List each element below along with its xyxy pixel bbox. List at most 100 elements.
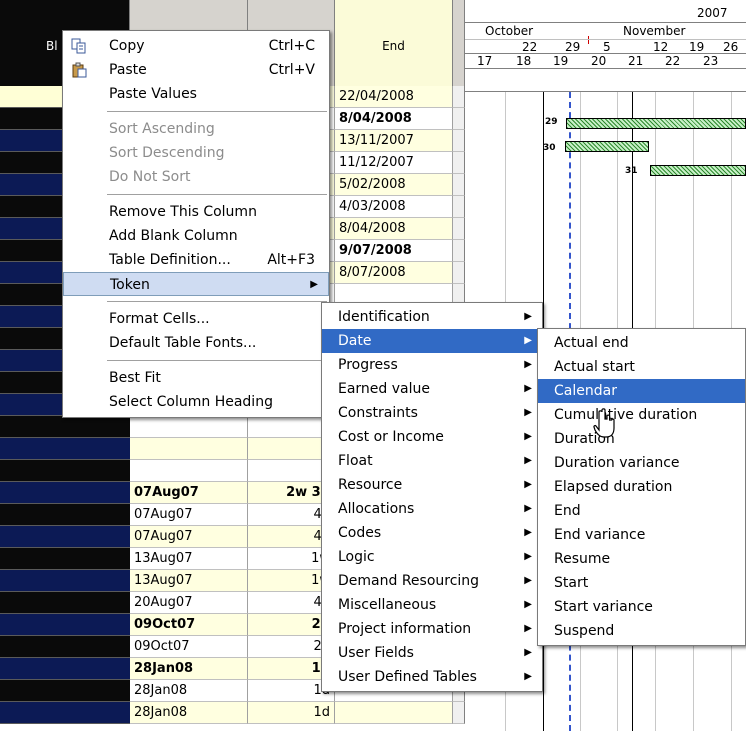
cell-duration[interactable]: 1d: [248, 702, 335, 724]
row-header[interactable]: [0, 438, 130, 460]
menu-item-date[interactable]: Date ▶: [322, 329, 542, 353]
gantt-bar[interactable]: [566, 118, 746, 129]
menu-item-resume[interactable]: Resume: [538, 547, 745, 571]
cell-start[interactable]: 28Jan08: [130, 702, 248, 724]
cell-end[interactable]: [335, 702, 453, 724]
menu-item-paste-values[interactable]: Paste Values: [63, 82, 329, 106]
cell-narrow[interactable]: [453, 86, 465, 108]
timescale-month-october: October: [485, 24, 534, 38]
row-header[interactable]: [0, 658, 130, 680]
row-header[interactable]: [0, 702, 130, 724]
gantt-bar[interactable]: [565, 141, 649, 152]
submenu-arrow-icon: ▶: [524, 311, 532, 322]
row-header[interactable]: [0, 680, 130, 702]
cell-end[interactable]: 9/07/2008: [335, 240, 453, 262]
menu-item-logic[interactable]: Logic ▶: [322, 545, 542, 569]
cell-narrow[interactable]: [453, 702, 465, 724]
row-header[interactable]: [0, 526, 130, 548]
menu-item-format-cells[interactable]: Format Cells...: [63, 307, 329, 331]
menu-item-end-variance[interactable]: End variance: [538, 523, 745, 547]
cell-narrow[interactable]: [453, 130, 465, 152]
menu-item-miscellaneous[interactable]: Miscellaneous ▶: [322, 593, 542, 617]
column-header-end[interactable]: End: [335, 0, 453, 92]
menu-item-copy[interactable]: Copy Ctrl+C: [63, 34, 329, 58]
column-header-narrow[interactable]: [453, 0, 465, 92]
cell-start[interactable]: 28Jan08: [130, 680, 248, 702]
cell-start[interactable]: 07Aug07: [130, 526, 248, 548]
menu-item-sort-descending[interactable]: Sort Descending: [63, 141, 329, 165]
menu-item-best-fit[interactable]: Best Fit: [63, 366, 329, 390]
menu-item-identification[interactable]: Identification ▶: [322, 305, 542, 329]
menu-item-start-variance[interactable]: Start variance: [538, 595, 745, 619]
menu-item-float[interactable]: Float ▶: [322, 449, 542, 473]
cell-narrow[interactable]: [453, 262, 465, 284]
menu-item-calendar[interactable]: Calendar: [538, 379, 745, 403]
menu-item-elapsed-duration[interactable]: Elapsed duration: [538, 475, 745, 499]
menu-item-add-blank-column[interactable]: Add Blank Column: [63, 224, 329, 248]
cell-narrow[interactable]: [453, 152, 465, 174]
menu-item-select-column-heading[interactable]: Select Column Heading: [63, 390, 329, 414]
cell-start[interactable]: 09Oct07: [130, 636, 248, 658]
menu-item-cost-or-income[interactable]: Cost or Income ▶: [322, 425, 542, 449]
menu-item-progress[interactable]: Progress ▶: [322, 353, 542, 377]
cell-start[interactable]: 13Aug07: [130, 570, 248, 592]
menu-item-remove-this-column[interactable]: Remove This Column: [63, 200, 329, 224]
menu-item-table-definition[interactable]: Table Definition... Alt+F3: [63, 248, 329, 272]
row-header[interactable]: [0, 504, 130, 526]
cell-narrow[interactable]: [453, 218, 465, 240]
row-header[interactable]: [0, 636, 130, 658]
cell-narrow[interactable]: [453, 196, 465, 218]
cell-start[interactable]: 20Aug07: [130, 592, 248, 614]
menu-item-actual-end[interactable]: Actual end: [538, 331, 745, 355]
row-header[interactable]: [0, 570, 130, 592]
gantt-bar[interactable]: [650, 165, 746, 176]
menu-item-cumulative-duration[interactable]: Cumulative duration: [538, 403, 745, 427]
cell-end[interactable]: 4/03/2008: [335, 196, 453, 218]
menu-item-paste[interactable]: Paste Ctrl+V: [63, 58, 329, 82]
menu-separator: [107, 360, 327, 361]
menu-item-constraints[interactable]: Constraints ▶: [322, 401, 542, 425]
cell-start[interactable]: 07Aug07: [130, 482, 248, 504]
row-header[interactable]: [0, 614, 130, 636]
menu-item-sort-ascending[interactable]: Sort Ascending: [63, 117, 329, 141]
cell-end[interactable]: 5/02/2008: [335, 174, 453, 196]
cell-end[interactable]: 22/04/2008: [335, 86, 453, 108]
menu-item-project-information[interactable]: Project information ▶: [322, 617, 542, 641]
menu-item-duration-variance[interactable]: Duration variance: [538, 451, 745, 475]
cell-start[interactable]: [130, 438, 248, 460]
cell-start[interactable]: 09Oct07: [130, 614, 248, 636]
cell-start[interactable]: 07Aug07: [130, 504, 248, 526]
cell-narrow[interactable]: [453, 174, 465, 196]
menu-item-start[interactable]: Start: [538, 571, 745, 595]
row-header[interactable]: [0, 416, 130, 438]
menu-item-suspend[interactable]: Suspend: [538, 619, 745, 643]
menu-item-end[interactable]: End: [538, 499, 745, 523]
row-header[interactable]: [0, 548, 130, 570]
cell-end[interactable]: 8/04/2008: [335, 108, 453, 130]
cell-narrow[interactable]: [453, 108, 465, 130]
cell-end[interactable]: 13/11/2007: [335, 130, 453, 152]
cell-end[interactable]: 8/07/2008: [335, 262, 453, 284]
cell-narrow[interactable]: [453, 240, 465, 262]
cell-start[interactable]: 13Aug07: [130, 548, 248, 570]
row-header[interactable]: [0, 460, 130, 482]
menu-item-do-not-sort[interactable]: Do Not Sort: [63, 165, 329, 189]
menu-item-resource[interactable]: Resource ▶: [322, 473, 542, 497]
menu-item-earned-value[interactable]: Earned value ▶: [322, 377, 542, 401]
cell-start[interactable]: [130, 460, 248, 482]
menu-item-duration[interactable]: Duration: [538, 427, 745, 451]
menu-item-demand-resourcing[interactable]: Demand Resourcing ▶: [322, 569, 542, 593]
menu-item-codes[interactable]: Codes ▶: [322, 521, 542, 545]
cell-end[interactable]: 11/12/2007: [335, 152, 453, 174]
cell-start[interactable]: [130, 416, 248, 438]
cell-start[interactable]: 28Jan08: [130, 658, 248, 680]
menu-item-token[interactable]: Token ▶: [63, 272, 329, 296]
row-header[interactable]: [0, 592, 130, 614]
menu-item-actual-start[interactable]: Actual start: [538, 355, 745, 379]
menu-item-user-defined-tables[interactable]: User Defined Tables ▶: [322, 665, 542, 689]
row-header[interactable]: [0, 482, 130, 504]
cell-end[interactable]: 8/04/2008: [335, 218, 453, 240]
menu-item-user-fields[interactable]: User Fields ▶: [322, 641, 542, 665]
menu-item-default-table-fonts[interactable]: Default Table Fonts...: [63, 331, 329, 355]
menu-item-allocations[interactable]: Allocations ▶: [322, 497, 542, 521]
